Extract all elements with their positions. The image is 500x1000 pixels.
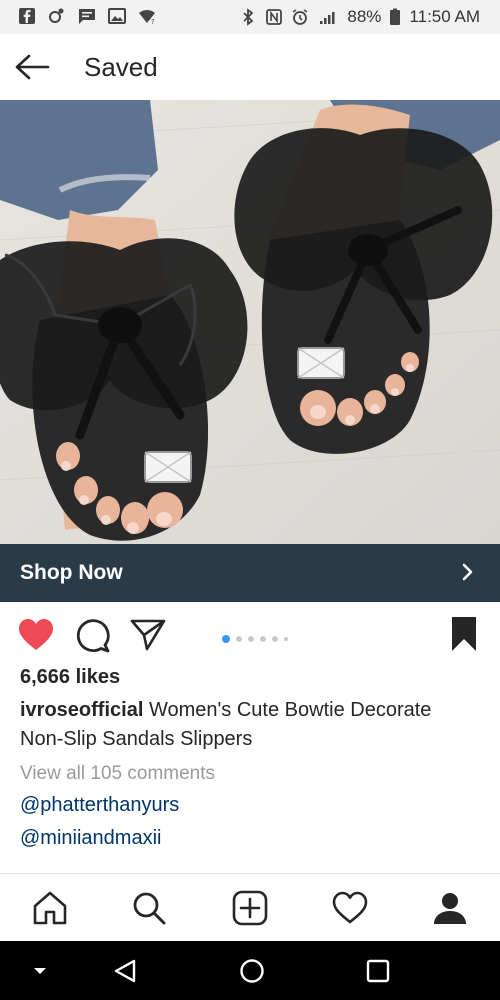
carousel-dot	[248, 636, 254, 642]
bottom-nav	[0, 873, 500, 942]
profile-icon[interactable]	[432, 890, 468, 926]
carousel-dot	[260, 636, 266, 642]
search-icon[interactable]	[131, 890, 167, 926]
battery-percent: 88%	[347, 7, 382, 26]
carousel-indicator	[222, 635, 288, 643]
arrow-left-icon[interactable]	[14, 52, 50, 82]
page-title: Saved	[84, 52, 158, 82]
carousel-dot	[284, 637, 288, 641]
mention-link[interactable]: @miniiandmaxii	[20, 827, 161, 850]
nfc-icon	[266, 9, 283, 25]
post-caption: ivroseofficial Women's Cute Bowtie Decor…	[20, 696, 480, 754]
heart-liked-icon[interactable]	[18, 618, 54, 652]
svg-text:?: ?	[151, 18, 155, 25]
gallery-icon	[108, 8, 126, 24]
carousel-dot	[272, 636, 278, 642]
home-circle-icon[interactable]	[238, 957, 266, 985]
facebook-icon	[19, 8, 35, 24]
app-header: Saved	[0, 34, 500, 101]
add-icon[interactable]	[232, 890, 268, 926]
recents-icon[interactable]	[364, 957, 392, 985]
carousel-dot	[236, 636, 242, 642]
shop-now-label: Shop Now	[20, 561, 123, 584]
activity-heart-icon[interactable]	[332, 890, 368, 926]
game-icon	[49, 8, 64, 23]
alarm-icon	[292, 9, 308, 25]
comment-icon[interactable]	[74, 618, 110, 654]
wifi-icon: ?	[139, 10, 155, 25]
battery-icon	[390, 8, 401, 25]
shop-now-button[interactable]: Shop Now	[0, 544, 500, 602]
home-icon[interactable]	[32, 890, 68, 926]
post-image[interactable]	[0, 100, 500, 544]
status-bar: ? 88% 11:50 AM	[0, 0, 500, 34]
android-nav-bar	[0, 941, 500, 1000]
status-left-icons: ?	[18, 7, 156, 25]
mention-link[interactable]: @phatterthanyurs	[20, 794, 179, 817]
post-actions	[0, 606, 500, 662]
signal-icon	[320, 12, 335, 24]
keyboard-hide-icon[interactable]	[26, 957, 54, 985]
message-icon	[79, 9, 95, 24]
view-comments-link[interactable]: View all 105 comments	[20, 763, 215, 785]
chevron-right-icon	[462, 563, 473, 581]
post-username[interactable]: ivroseofficial	[20, 699, 143, 721]
bookmark-saved-icon[interactable]	[450, 616, 478, 652]
share-icon[interactable]	[130, 618, 166, 652]
like-count[interactable]: 6,666 likes	[20, 666, 120, 689]
bluetooth-icon	[243, 8, 254, 26]
sandals-photo	[0, 100, 500, 544]
status-right: 88% 11:50 AM	[239, 7, 480, 27]
carousel-dot	[222, 635, 230, 643]
back-icon[interactable]	[112, 957, 140, 985]
status-time: 11:50 AM	[409, 7, 480, 26]
